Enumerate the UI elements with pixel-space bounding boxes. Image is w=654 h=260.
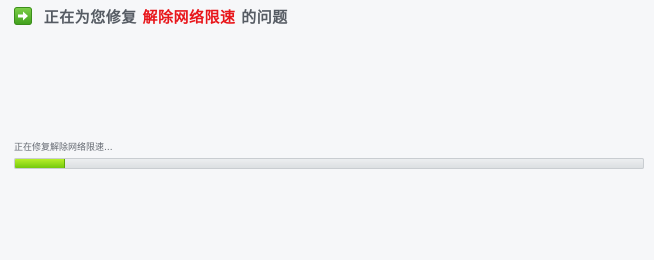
page-title: 正在为您修复 解除网络限速 的问题 xyxy=(44,6,288,27)
progress-bar-fill xyxy=(15,159,66,168)
title-suffix: 的问题 xyxy=(241,7,289,26)
repair-title-row: 正在为您修复 解除网络限速 的问题 xyxy=(14,6,288,26)
title-prefix: 正在为您修复 xyxy=(44,7,138,26)
title-highlight: 解除网络限速 xyxy=(142,7,236,26)
arrow-right-icon xyxy=(14,7,32,25)
progress-status-text: 正在修复解除网络限速... xyxy=(14,143,113,153)
progress-bar xyxy=(14,158,644,169)
